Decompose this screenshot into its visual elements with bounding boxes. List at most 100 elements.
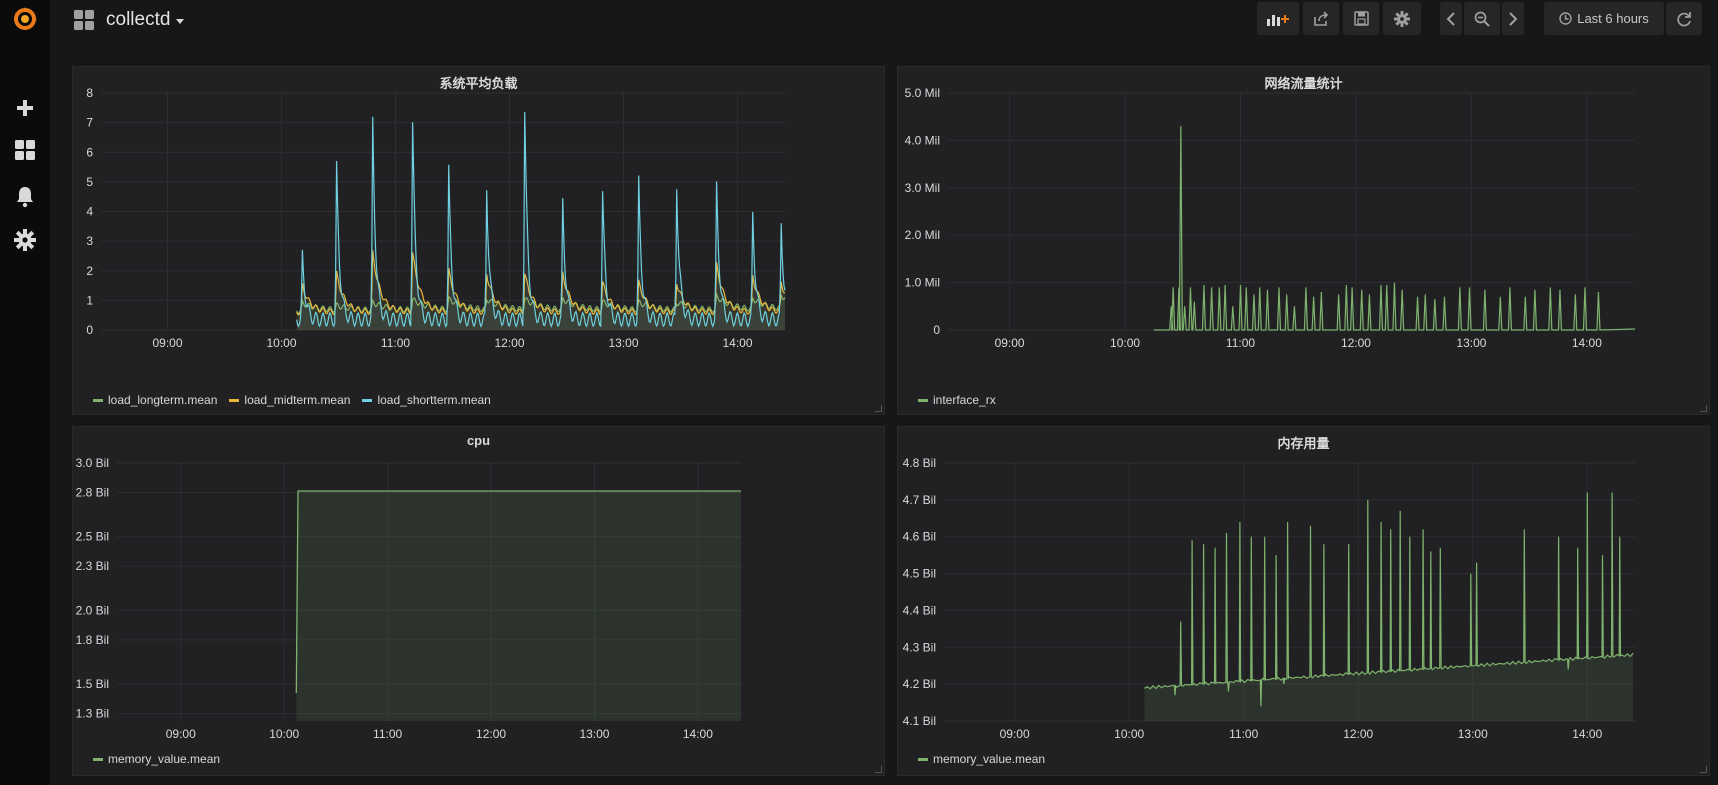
series-area (1144, 492, 1634, 721)
legend-item[interactable]: load_shortterm.mean (362, 393, 491, 407)
dashboard-title: collectd (106, 9, 171, 30)
create-plus-icon[interactable] (0, 88, 50, 128)
bell-icon[interactable] (0, 177, 50, 217)
y-tick-label: 1.0 Mil (905, 276, 940, 290)
y-tick-label: 3.0 Bil (76, 456, 109, 470)
series-area (296, 491, 741, 721)
gear-icon[interactable] (0, 220, 50, 260)
network-traffic-chart: 09:00 10:00 11:00 12:00 13:00 14:00 0 1.0 Mil 2.… (905, 86, 1636, 350)
y-tick-label: 2.8 Bil (76, 485, 109, 499)
memory-usage-chart: 09:00 10:00 11:00 12:00 13:00 14:00 4.1 Bil 4.2… (903, 456, 1635, 741)
legend-label: memory_value.mean (933, 752, 1046, 766)
time-range-label: Last 6 hours (1577, 11, 1649, 26)
x-tick-label: 13:00 (1456, 336, 1486, 350)
legend-item[interactable]: load_midterm.mean (229, 393, 350, 407)
legend-label: memory_value.mean (108, 752, 221, 766)
zoom-out-icon (1474, 11, 1490, 27)
legend-item[interactable]: interface_rx (918, 393, 996, 407)
panel-resize-handle[interactable] (1700, 766, 1707, 773)
save-button[interactable] (1343, 2, 1379, 35)
series-swatch (918, 398, 928, 402)
dashboards-grid-icon (74, 10, 94, 30)
time-back-button[interactable] (1440, 2, 1462, 35)
y-tick-label: 4.3 Bil (903, 640, 936, 654)
x-tick-label: 09:00 (166, 727, 196, 741)
panel-memory-usage: 内存用量 09:00 10:00 11:00 12:00 13:00 14:00 4.1 B… (897, 426, 1710, 776)
clock-icon (1559, 12, 1572, 25)
dashboard-navbar: collectd Last 6 hours (52, 0, 1718, 60)
save-icon (1353, 11, 1369, 26)
chevron-left-icon (1446, 11, 1455, 26)
panel-resize-handle[interactable] (1700, 405, 1707, 412)
y-tick-label: 1.8 Bil (76, 633, 109, 647)
y-tick-label: 7 (86, 116, 93, 130)
series-area (296, 112, 785, 330)
y-tick-label: 4.4 Bil (903, 603, 936, 617)
legend-item[interactable]: memory_value.mean (918, 752, 1045, 766)
grafana-logo-icon[interactable] (0, 0, 50, 38)
share-icon (1314, 10, 1329, 26)
y-tick-label: 2.0 Bil (76, 603, 109, 617)
series-swatch (229, 398, 240, 402)
x-tick-label: 11:00 (373, 727, 402, 741)
series-swatch (93, 757, 103, 761)
y-tick-label: 2 (86, 264, 93, 278)
y-tick-label: 4.5 Bil (903, 567, 936, 581)
legend-label: load_midterm.mean (244, 393, 351, 407)
y-tick-label: 4.0 Mil (905, 133, 940, 147)
gear-icon (1394, 10, 1410, 27)
y-tick-label: 0 (933, 323, 940, 337)
zoom-out-button[interactable] (1464, 2, 1500, 35)
y-tick-label: 5.0 Mil (905, 86, 940, 100)
x-tick-label: 11:00 (1229, 727, 1258, 741)
load-average-chart: 09:00 10:00 11:00 12:00 13:00 14:00 0 1 2 3 4 5 6 7 8 (86, 86, 786, 350)
dashboard-settings-button[interactable] (1383, 2, 1421, 35)
cpu-chart: 09:00 10:00 11:00 12:00 13:00 14:00 1.3 Bil 1.5… (76, 456, 741, 741)
x-tick-label: 14:00 (1572, 727, 1602, 741)
y-tick-label: 4.8 Bil (903, 456, 936, 470)
refresh-icon (1677, 11, 1691, 26)
y-tick-label: 4 (86, 205, 93, 219)
y-tick-label: 3.0 Mil (905, 181, 940, 195)
x-tick-label: 11:00 (1226, 336, 1255, 350)
refresh-button[interactable] (1666, 2, 1702, 35)
dashboard-picker[interactable]: collectd (74, 2, 185, 38)
share-button[interactable] (1303, 2, 1339, 35)
series-swatch (362, 398, 373, 402)
y-tick-label: 2.3 Bil (76, 559, 109, 573)
series-line (296, 111, 786, 328)
legend-item[interactable]: load_longterm.mean (93, 393, 217, 407)
legend-item[interactable]: memory_value.mean (93, 752, 220, 766)
x-tick-label: 13:00 (579, 727, 609, 741)
series-swatch (918, 757, 928, 761)
legend: memory_value.mean (93, 752, 220, 766)
series-line (296, 250, 786, 317)
y-tick-label: 3 (86, 234, 93, 248)
x-tick-label: 09:00 (995, 336, 1025, 350)
y-tick-label: 8 (86, 86, 93, 100)
time-picker-button[interactable]: Last 6 hours (1544, 2, 1664, 35)
panel-system-load: 系统平均负载 09:00 10:00 11:00 12:00 13:00 14:00 0 1 2… (72, 66, 885, 415)
series-line (1153, 126, 1636, 331)
side-menu (0, 0, 50, 785)
y-tick-label: 5 (86, 175, 93, 189)
time-forward-button[interactable] (1502, 2, 1524, 35)
add-panel-button[interactable] (1257, 2, 1299, 35)
panel-resize-handle[interactable] (875, 405, 882, 412)
x-tick-label: 13:00 (608, 336, 638, 350)
panel-cpu: cpu 09:00 10:00 11:00 12:00 13:00 14:00 1.3 Bi… (72, 426, 885, 776)
y-tick-label: 1.3 Bil (76, 707, 109, 721)
x-tick-label: 09:00 (1000, 727, 1030, 741)
y-tick-label: 4.7 Bil (903, 493, 936, 507)
y-tick-label: 6 (86, 145, 93, 159)
x-tick-label: 12:00 (1343, 727, 1373, 741)
x-tick-label: 09:00 (152, 336, 182, 350)
x-tick-label: 12:00 (476, 727, 506, 741)
legend-label: load_shortterm.mean (377, 393, 491, 407)
y-tick-label: 2.0 Mil (905, 228, 940, 242)
panel-network-traffic: 网络流量统计 09:00 10:00 11:00 12:00 13:00 14:00 0 1.… (897, 66, 1710, 415)
dashboards-grid-icon[interactable] (0, 130, 50, 170)
y-tick-label: 0 (86, 323, 93, 337)
panel-resize-handle[interactable] (875, 766, 882, 773)
legend: load_longterm.mean load_midterm.mean loa… (93, 393, 491, 407)
